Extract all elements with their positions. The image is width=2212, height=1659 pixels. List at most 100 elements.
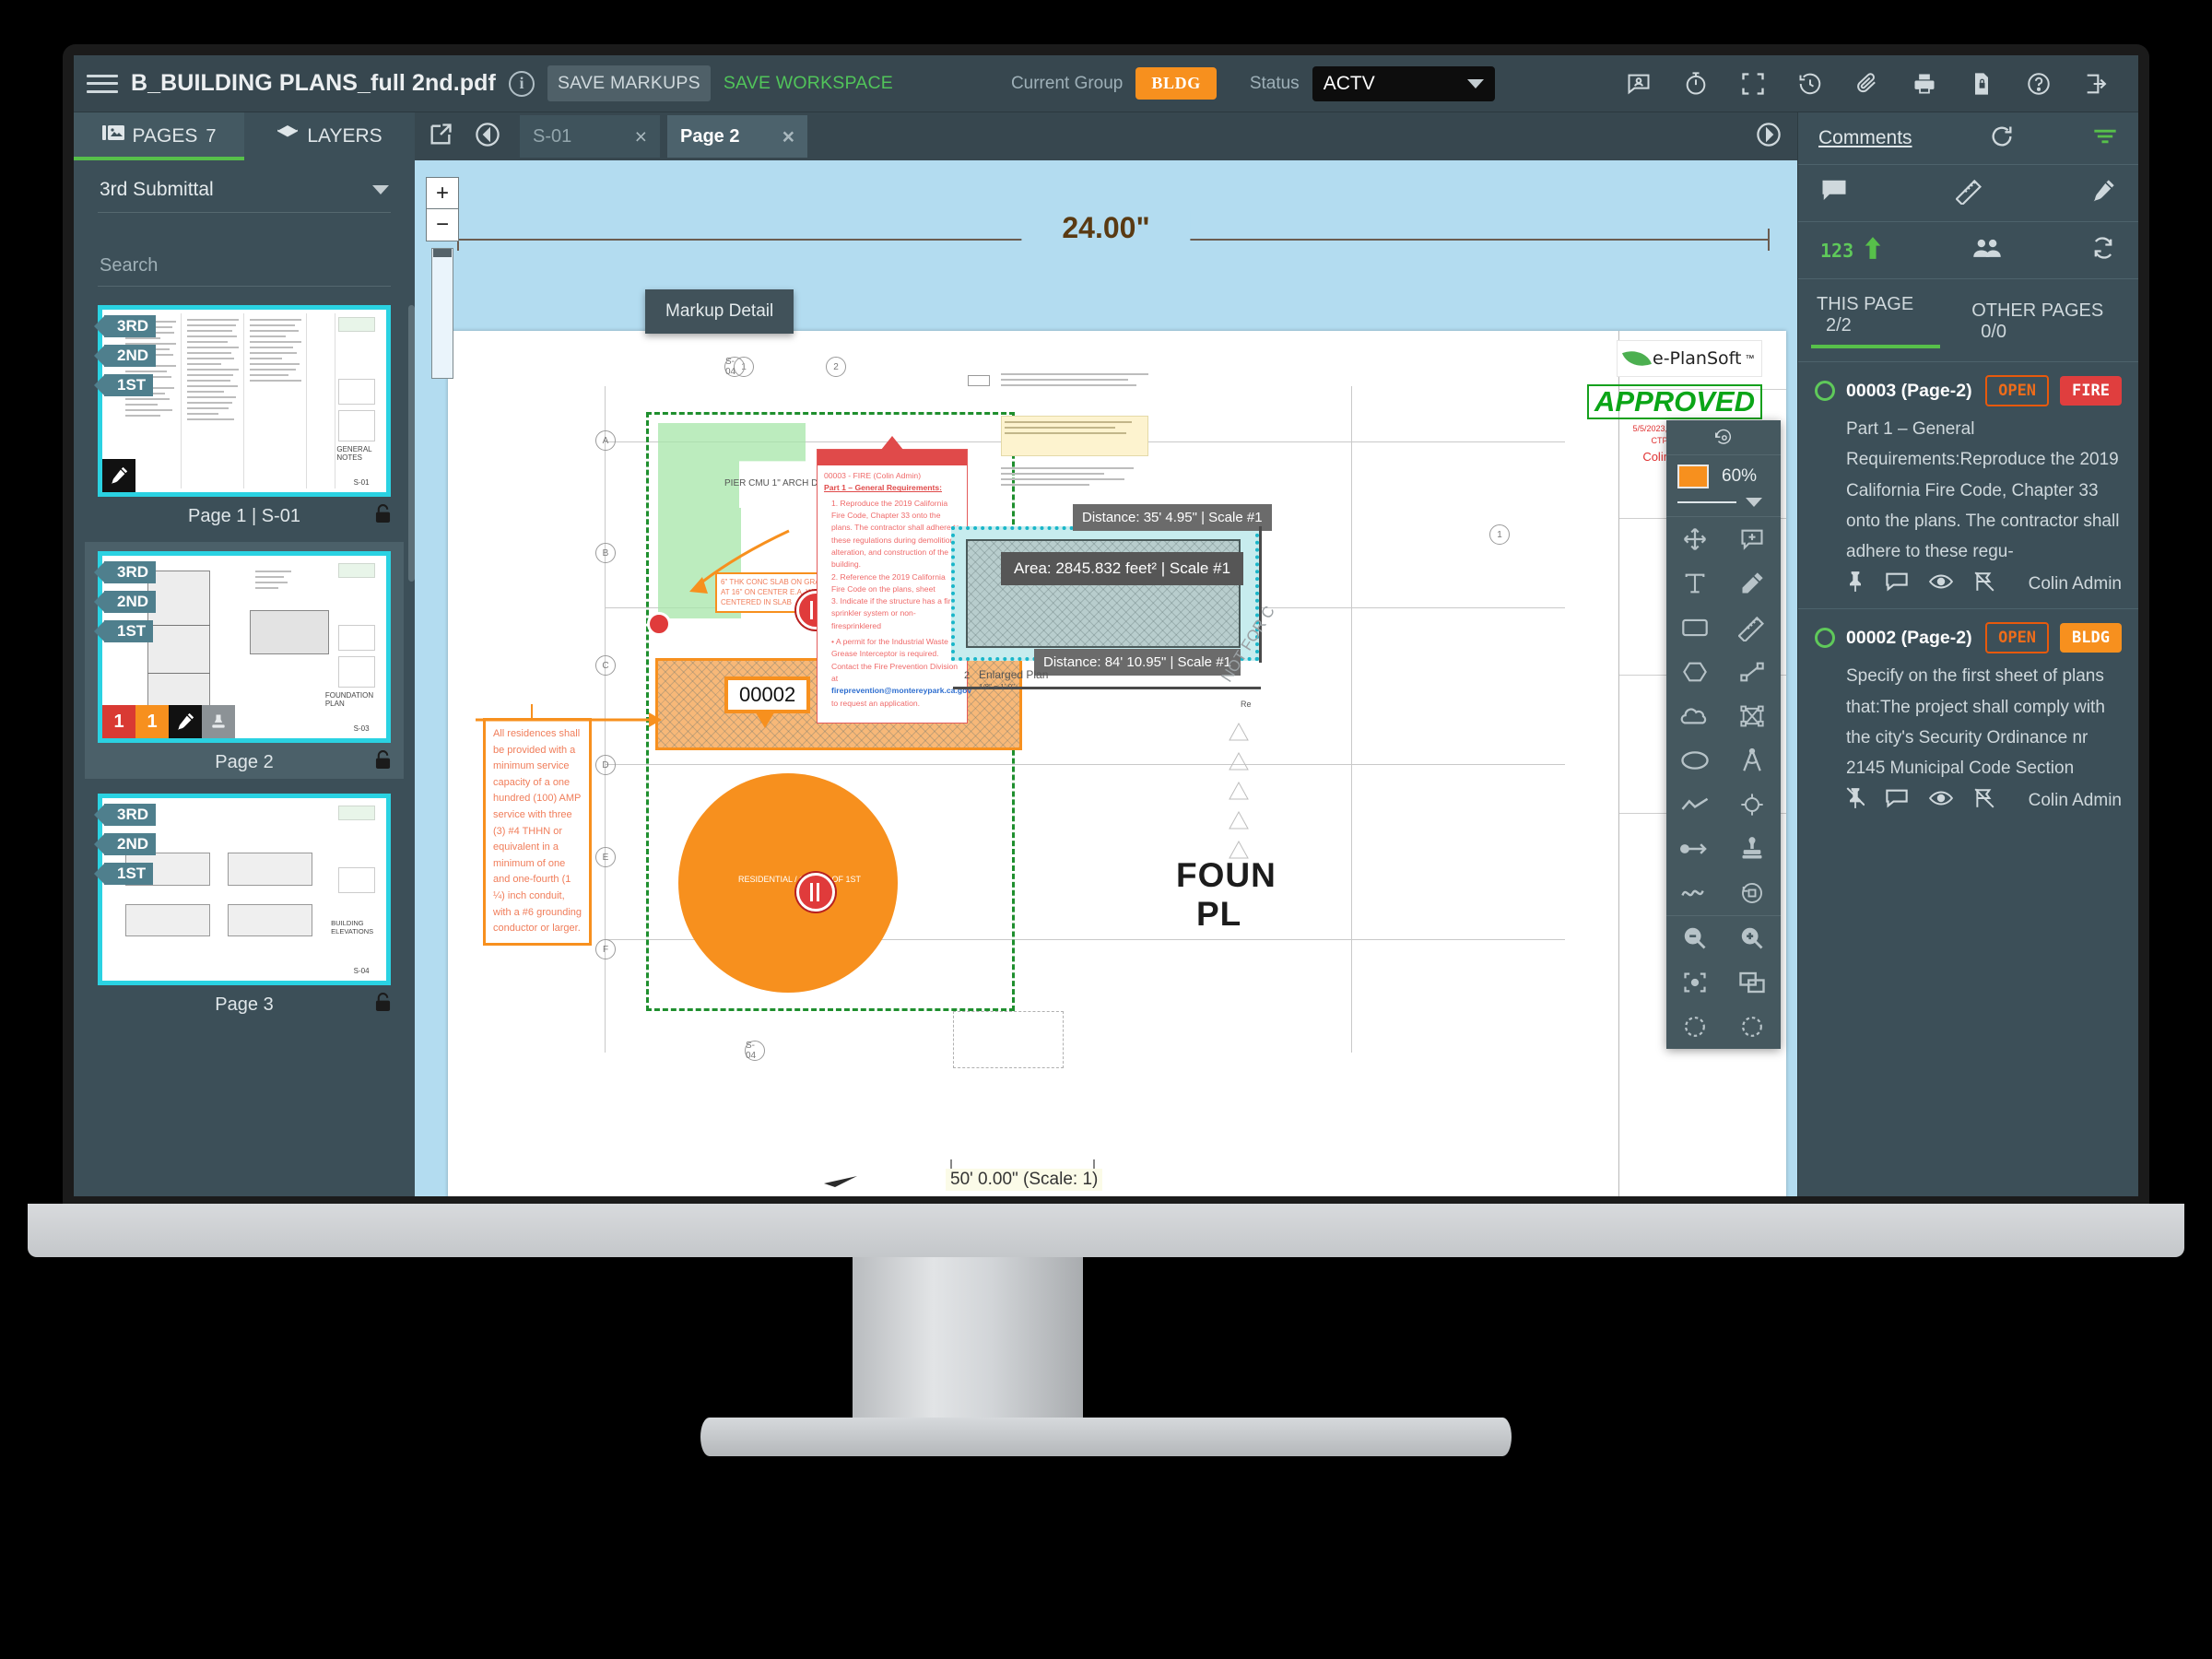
lock-icon[interactable] [375, 750, 391, 775]
tab-this-page[interactable]: THIS PAGE 2/2 [1810, 294, 1941, 348]
zoom-slider[interactable] [431, 248, 453, 379]
ellipse-tool-icon[interactable] [1666, 738, 1724, 782]
submittal-select[interactable]: 3rd Submittal [98, 173, 391, 213]
distance-top-label: Distance: 35' 4.95" | Scale #1 [1073, 504, 1272, 531]
rectangle-tool-icon[interactable] [1666, 606, 1724, 650]
measure-tool-icon[interactable] [1724, 606, 1781, 650]
current-group-badge[interactable]: BLDG [1135, 67, 1217, 100]
markup-icon[interactable] [2090, 178, 2116, 208]
help-icon[interactable] [2026, 71, 2052, 97]
fit-to-point-icon[interactable] [1666, 960, 1724, 1005]
comment-card-00002[interactable]: 00002 (Page-2) OPEN BLDG Specify on the … [1798, 608, 2138, 825]
polyline-tool-icon[interactable] [1724, 650, 1781, 694]
hamburger-icon[interactable] [87, 72, 118, 96]
pan-tool-icon[interactable] [1666, 517, 1724, 561]
sidebar-tab-layers[interactable]: LAYERS [244, 112, 415, 160]
document-lock-icon[interactable] [1969, 71, 1994, 97]
zoom-in-icon[interactable] [1724, 916, 1781, 960]
area-measure-tool-icon[interactable] [1724, 694, 1781, 738]
search-input[interactable]: Search [98, 252, 391, 287]
save-markups-button[interactable]: SAVE MARKUPS [547, 65, 711, 101]
sidebar-tab-pages[interactable]: PAGES 7 [74, 112, 244, 160]
comment-card-00003[interactable]: 00003 (Page-2) OPEN FIRE Part 1 – Genera… [1798, 361, 2138, 608]
zoom-in-button[interactable]: + [427, 178, 458, 209]
pin-icon[interactable] [1846, 571, 1865, 597]
thumbnail-page-1[interactable]: GENERAL NOTES S-01 3RD 2ND 1ST Page 1 | … [98, 305, 391, 527]
undo-icon[interactable] [1666, 1005, 1724, 1049]
line-style-dropdown[interactable] [1666, 498, 1781, 517]
status-select[interactable]: ACTV [1312, 65, 1495, 101]
people-icon[interactable] [1972, 237, 2002, 264]
forward-circle-icon[interactable] [1755, 121, 1783, 153]
reply-icon[interactable] [1885, 788, 1909, 813]
drawing-canvas[interactable]: + − 24.00" Markup Detail e-PlanSoft ™ AP… [415, 160, 1797, 1196]
markup-badge-icon [102, 459, 135, 492]
back-circle-icon[interactable] [474, 121, 501, 153]
print-icon[interactable] [1912, 71, 1937, 97]
status-badge[interactable]: OPEN [1985, 375, 2050, 406]
save-markup-tool-icon[interactable] [1724, 871, 1781, 915]
close-icon[interactable]: × [635, 124, 647, 149]
sync-icon[interactable] [2090, 235, 2116, 265]
markup-history-icon[interactable] [1666, 420, 1781, 455]
color-swatch[interactable] [1677, 465, 1709, 488]
filter-icon[interactable] [2092, 127, 2118, 150]
flag-off-icon[interactable] [1973, 571, 1995, 597]
group-badge[interactable]: FIRE [2060, 376, 2122, 406]
calibrate-tool-icon[interactable] [1724, 782, 1781, 827]
pin-off-icon[interactable] [1846, 787, 1865, 814]
fullscreen-icon[interactable] [1740, 71, 1766, 97]
viewer-tab-page-2[interactable]: Page 2 × [667, 115, 807, 158]
red-markup-email-link[interactable]: fireprevention@montereypark.ca.gov [831, 686, 971, 695]
refresh-icon[interactable] [1989, 124, 2015, 154]
redo-icon[interactable] [1724, 1005, 1781, 1049]
page-thumbnail-list[interactable]: GENERAL NOTES S-01 3RD 2ND 1ST Page 1 | … [74, 305, 415, 1196]
timer-icon[interactable] [1683, 71, 1709, 97]
thumbnail-page-3[interactable]: BUILDING ELEVATIONS S-04 3RD 2ND 1ST Page… [98, 794, 391, 1016]
freehand-line-tool-icon[interactable] [1666, 782, 1724, 827]
eye-icon[interactable] [1928, 789, 1954, 812]
viewer-tab-s-01[interactable]: S-01 × [520, 115, 660, 158]
zoom-out-button[interactable]: − [427, 209, 458, 241]
tab-other-pages[interactable]: OTHER PAGES 0/0 [1971, 300, 2120, 343]
flag-off-icon[interactable] [1973, 787, 1995, 814]
info-icon[interactable]: i [508, 70, 535, 97]
squiggle-tool-icon[interactable] [1666, 871, 1724, 915]
close-icon[interactable]: × [782, 124, 794, 149]
text-tool-icon[interactable] [1666, 561, 1724, 606]
logout-icon[interactable] [2083, 71, 2109, 97]
save-workspace-button[interactable]: SAVE WORKSPACE [724, 73, 893, 94]
history-icon[interactable] [1797, 71, 1823, 97]
red-markup-block[interactable]: 00003 - FIRE (Colin Admin) Part 1 – Gene… [817, 436, 971, 724]
search-placeholder: Search [100, 255, 159, 276]
highlighter-tool-icon[interactable] [1724, 561, 1781, 606]
lock-icon[interactable] [375, 993, 391, 1018]
comment-user-icon[interactable] [1626, 71, 1652, 97]
measure-icon[interactable] [1954, 177, 1983, 209]
group-badge[interactable]: BLDG [2060, 623, 2122, 653]
status-badge[interactable]: OPEN [1985, 622, 2050, 654]
zoom-controls[interactable]: + − [426, 177, 459, 241]
reply-icon[interactable] [1885, 571, 1909, 596]
markup-tool-palette[interactable]: 60% [1666, 420, 1781, 1049]
arrow-tool-icon[interactable] [1666, 827, 1724, 871]
angle-tool-icon[interactable] [1724, 738, 1781, 782]
open-external-icon[interactable] [428, 122, 453, 152]
duplicate-icon[interactable] [1724, 960, 1781, 1005]
sidebar-scrollbar[interactable] [408, 305, 415, 582]
orange-markup-block[interactable]: All residences shall be provided with a … [483, 718, 592, 946]
polygon-tool-icon[interactable] [1666, 650, 1724, 694]
sort-ascending-icon[interactable] [1863, 236, 1883, 265]
add-comment-tool-icon[interactable] [1724, 517, 1781, 561]
status-ring-icon [1815, 628, 1835, 649]
stamp-tool-icon[interactable] [1724, 827, 1781, 871]
thumbnail-page-2[interactable]: FOUNDATION PLAN S-03 3RD 2ND 1ST 1 1 Pag… [85, 542, 404, 779]
zoom-out-icon[interactable] [1666, 916, 1724, 960]
cloud-tool-icon[interactable] [1666, 694, 1724, 738]
lock-icon[interactable] [375, 504, 391, 529]
comments-title[interactable]: Comments [1818, 127, 1912, 149]
eye-icon[interactable] [1928, 572, 1954, 595]
markup-callout-00002[interactable]: 00002 [724, 677, 811, 728]
paperclip-icon[interactable] [1854, 71, 1880, 97]
comment-icon[interactable] [1820, 179, 1848, 207]
